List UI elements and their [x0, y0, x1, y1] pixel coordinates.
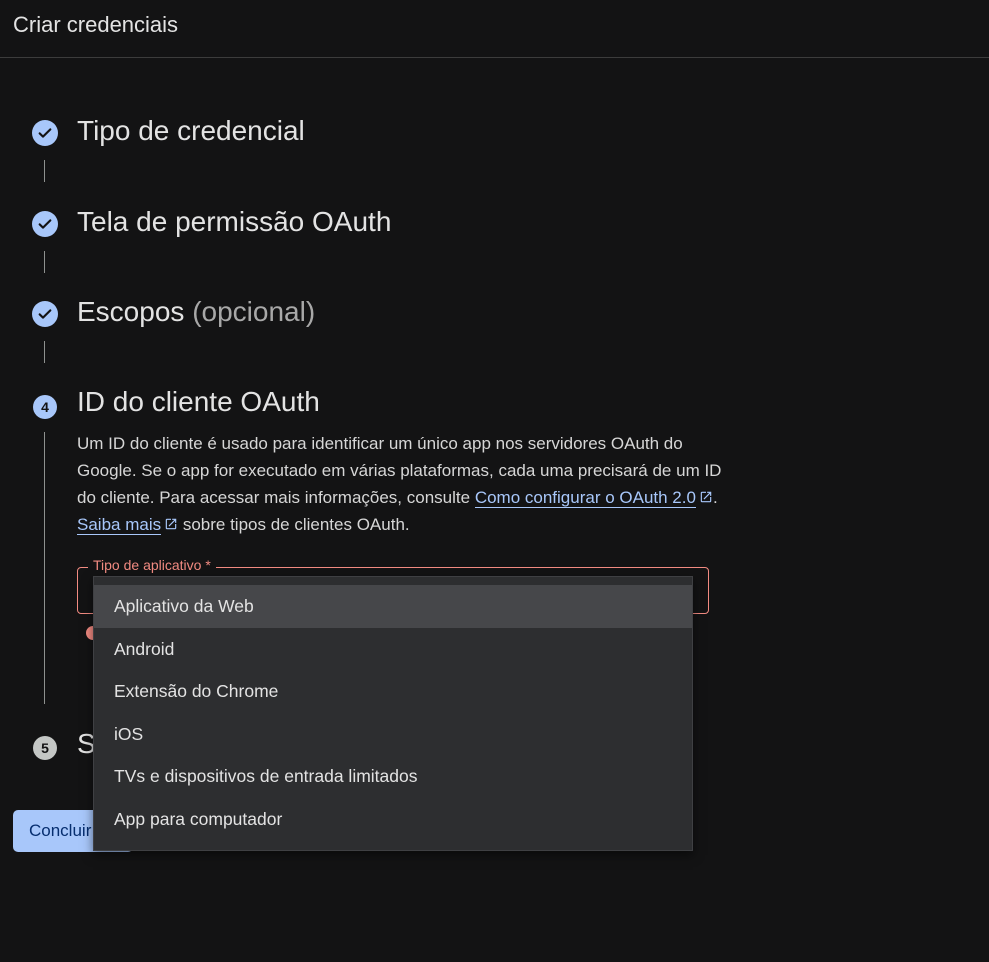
- app-type-dropdown-menu: Aplicativo da Web Android Extensão do Ch…: [93, 576, 693, 851]
- step-connector: [44, 432, 45, 704]
- step-connector: [44, 160, 45, 182]
- step-description: Um ID do cliente é usado para identifica…: [77, 430, 727, 538]
- app-type-label: Tipo de aplicativo *: [88, 557, 216, 573]
- description-text: sobre tipos de clientes OAuth.: [178, 515, 410, 534]
- step-scopes-label: Escopos: [77, 296, 185, 327]
- check-icon: [32, 120, 58, 146]
- page-title: Criar credenciais: [13, 12, 179, 37]
- step-oauth-consent[interactable]: Tela de permissão OAuth: [77, 206, 391, 238]
- option-ios[interactable]: iOS: [94, 713, 692, 756]
- option-desktop-app[interactable]: App para computador: [94, 798, 692, 841]
- description-text: .: [712, 488, 718, 507]
- step-connector: [44, 341, 45, 363]
- oauth-setup-link[interactable]: Como configurar o OAuth 2.0: [474, 488, 696, 508]
- page: Criar credenciais Tipo de credencial Tel…: [0, 0, 989, 962]
- check-icon: [32, 301, 58, 327]
- check-icon: [32, 211, 58, 237]
- external-link-icon: [165, 518, 177, 530]
- header: Criar credenciais: [0, 0, 989, 58]
- learn-more-link[interactable]: Saiba mais: [77, 515, 162, 535]
- option-tv-limited-input[interactable]: TVs e dispositivos de entrada limitados: [94, 755, 692, 798]
- step-oauth-client-id: ID do cliente OAuth: [77, 386, 320, 417]
- step-scopes[interactable]: Escopos (opcional): [77, 296, 315, 328]
- step-number-badge: 4: [33, 395, 57, 419]
- option-chrome-extension[interactable]: Extensão do Chrome: [94, 670, 692, 713]
- step-number-badge: 5: [33, 736, 57, 760]
- option-android[interactable]: Android: [94, 628, 692, 671]
- step-credential-type[interactable]: Tipo de credencial: [77, 115, 305, 147]
- option-web-app[interactable]: Aplicativo da Web: [94, 585, 692, 628]
- step-scopes-optional: (opcional): [192, 296, 316, 327]
- external-link-icon: [700, 491, 712, 503]
- step-connector: [44, 251, 45, 273]
